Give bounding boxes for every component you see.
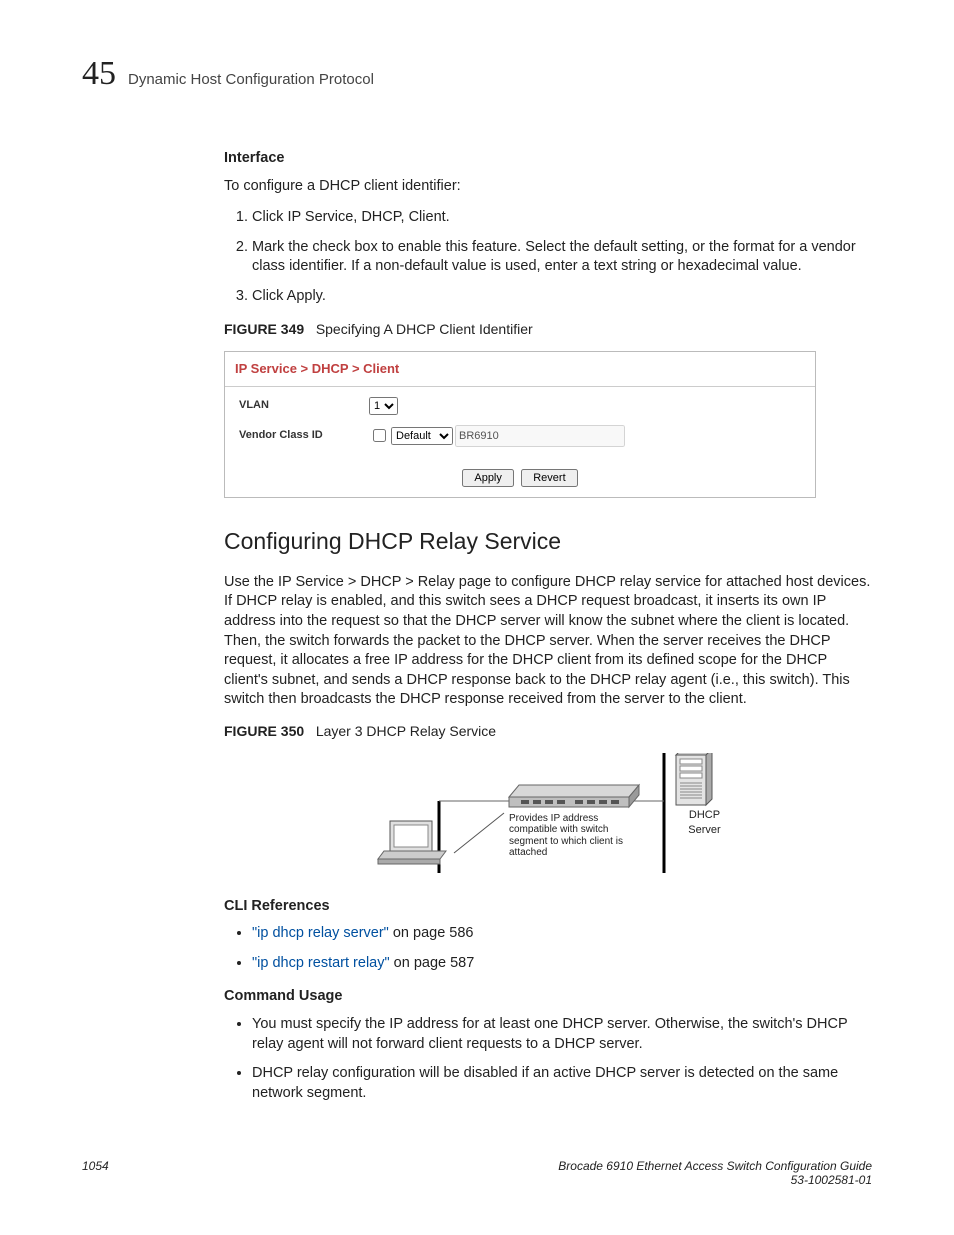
figure-title: Layer 3 DHCP Relay Service	[316, 723, 496, 739]
list-item: "ip dhcp restart relay" on page 587	[252, 954, 872, 974]
dhcp-server-icon	[676, 753, 712, 805]
apply-button[interactable]: Apply	[462, 469, 514, 487]
command-usage-heading: Command Usage	[224, 987, 872, 1007]
vlan-label: VLAN	[239, 398, 369, 413]
step: Click Apply.	[252, 287, 872, 307]
figure-number: FIGURE 350	[224, 723, 304, 739]
list-item: You must specify the IP address for at l…	[252, 1015, 872, 1054]
vendor-mode-select[interactable]: Default	[391, 427, 453, 445]
switch-icon	[509, 785, 639, 807]
cli-link[interactable]: "ip dhcp relay server"	[252, 925, 389, 941]
cli-link[interactable]: "ip dhcp restart relay"	[252, 955, 390, 971]
client-pc-icon	[378, 821, 446, 864]
breadcrumb: IP Service > DHCP > Client	[225, 352, 815, 387]
doc-number: 53-1002581-01	[791, 1173, 872, 1187]
revert-button[interactable]: Revert	[521, 469, 577, 487]
chapter-title: Dynamic Host Configuration Protocol	[128, 71, 374, 88]
dhcp-server-label: DHCP Server	[682, 808, 727, 838]
figure-title: Specifying A DHCP Client Identifier	[316, 321, 533, 337]
page-footer: 1054 Brocade 6910 Ethernet Access Switch…	[82, 1159, 872, 1187]
cli-references-list: "ip dhcp relay server" on page 586 "ip d…	[224, 924, 872, 973]
page-header: 45 Dynamic Host Configuration Protocol	[82, 55, 872, 93]
cli-references-heading: CLI References	[224, 897, 872, 917]
doc-title: Brocade 6910 Ethernet Access Switch Conf…	[558, 1159, 872, 1173]
figure-350-diagram: Provides IP address compatible with swit…	[284, 753, 724, 883]
step: Mark the check box to enable this featur…	[252, 238, 872, 277]
vendor-value-input[interactable]	[455, 425, 625, 447]
figure-caption: FIGURE 350 Layer 3 DHCP Relay Service	[224, 722, 872, 741]
vendor-class-label: Vendor Class ID	[239, 428, 369, 443]
interface-steps: Click IP Service, DHCP, Client. Mark the…	[224, 208, 872, 306]
section-heading: Configuring DHCP Relay Service	[224, 526, 872, 557]
vendor-enable-checkbox[interactable]	[373, 429, 386, 442]
vlan-select[interactable]: 1	[369, 397, 398, 415]
diagram-note: Provides IP address compatible with swit…	[509, 813, 649, 859]
cli-link-rest: on page 586	[389, 925, 474, 941]
chapter-number: 45	[82, 55, 116, 93]
command-usage-list: You must specify the IP address for at l…	[224, 1015, 872, 1103]
list-item: DHCP relay configuration will be disable…	[252, 1064, 872, 1103]
figure-caption: FIGURE 349 Specifying A DHCP Client Iden…	[224, 320, 872, 339]
interface-intro: To configure a DHCP client identifier:	[224, 177, 872, 197]
page-number: 1054	[82, 1159, 109, 1187]
list-item: "ip dhcp relay server" on page 586	[252, 924, 872, 944]
cli-link-rest: on page 587	[390, 955, 475, 971]
section-body: Use the IP Service > DHCP > Relay page t…	[224, 573, 872, 710]
step: Click IP Service, DHCP, Client.	[252, 208, 872, 228]
interface-heading: Interface	[224, 149, 872, 169]
figure-349-screenshot: IP Service > DHCP > Client VLAN 1 Vendor…	[224, 351, 816, 498]
figure-number: FIGURE 349	[224, 321, 304, 337]
